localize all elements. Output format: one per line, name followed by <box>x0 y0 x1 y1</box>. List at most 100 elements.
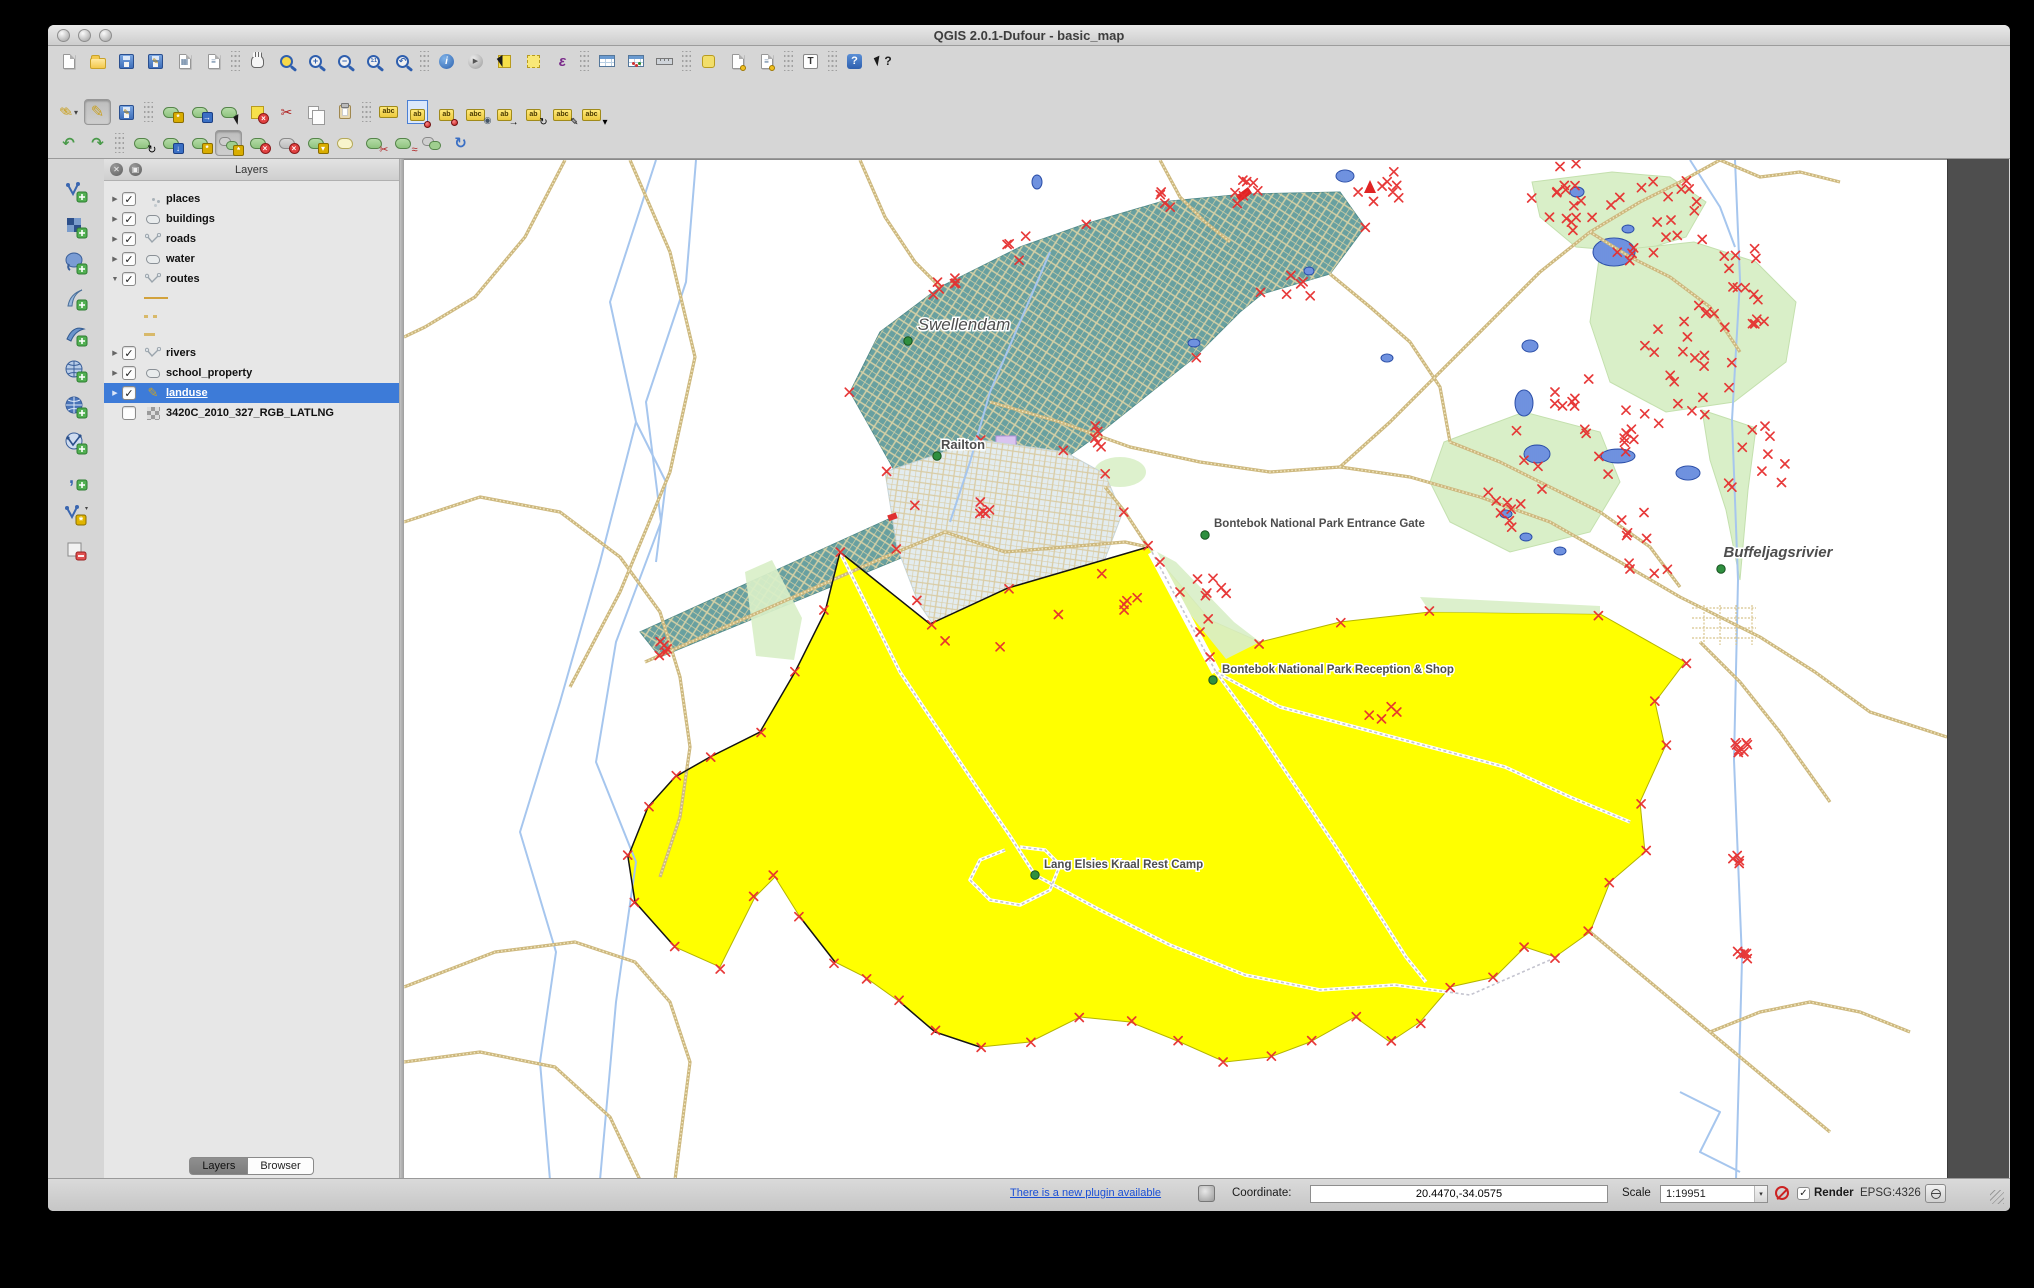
field-calculator-button[interactable] <box>622 48 649 74</box>
reshape-features-button[interactable]: ▾ <box>302 130 329 156</box>
select-features-button[interactable] <box>491 48 518 74</box>
move-feature-button[interactable]: → <box>186 99 213 125</box>
expand-arrow-icon[interactable]: ▶ <box>108 369 122 377</box>
scale-combobox[interactable]: 1:19951 ▾ <box>1660 1185 1768 1203</box>
delete-selected-button[interactable]: × <box>244 99 271 125</box>
change-label-properties-button[interactable]: abc ✎ <box>549 99 579 128</box>
paste-features-button[interactable] <box>331 99 358 125</box>
measure-line-button[interactable] <box>651 48 678 74</box>
map-tips-button[interactable] <box>695 48 722 74</box>
rotate-label-button[interactable]: ab ↻ <box>520 99 548 128</box>
render-checkbox[interactable]: ✓ <box>1797 1187 1810 1200</box>
select-rectangle-button[interactable] <box>520 48 547 74</box>
delete-ring-button[interactable]: × <box>244 130 271 156</box>
layer-row-landuse[interactable]: ▶ ✓ ✎ landuse <box>104 383 399 403</box>
pin-labels-button[interactable]: ab <box>404 99 431 128</box>
expand-arrow-icon[interactable]: ▶ <box>108 349 122 357</box>
layer-checkbox[interactable]: ✓ <box>122 192 136 206</box>
add-part-button[interactable]: * <box>215 130 244 156</box>
simplify-feature-button[interactable]: ↓ <box>157 130 184 156</box>
zoom-in-button[interactable]: + <box>302 48 329 74</box>
zoom-out-button[interactable]: − <box>331 48 358 74</box>
crs-button[interactable] <box>1925 1184 1946 1203</box>
add-wms-layer-button[interactable] <box>60 355 92 387</box>
redo-button[interactable]: ↷ <box>84 130 111 156</box>
open-attribute-table-button[interactable] <box>593 48 620 74</box>
pan-map-button[interactable] <box>244 48 271 74</box>
save-layer-edits-button[interactable]: ✎ <box>113 99 140 125</box>
zoom-last-button[interactable]: ↶ <box>389 48 416 74</box>
layer-row-places[interactable]: ▶ ✓ places <box>104 189 399 209</box>
current-edits-button[interactable]: ✎✎ ▾ <box>55 99 82 125</box>
open-project-button[interactable] <box>84 48 111 74</box>
add-wfs-layer-button[interactable] <box>60 427 92 459</box>
titlebar[interactable]: QGIS 2.0.1-Dufour - basic_map <box>48 25 2010 46</box>
expand-arrow-icon[interactable]: ▶ <box>108 389 122 397</box>
layer-row-routes[interactable]: ▼ ✓ routes <box>104 269 399 289</box>
layer-checkbox[interactable]: ✓ <box>122 346 136 360</box>
layer-row-school-property[interactable]: ▶ ✓ school_property <box>104 363 399 383</box>
copy-features-button[interactable] <box>302 99 329 125</box>
add-raster-layer-button[interactable] <box>60 211 92 243</box>
tab-browser[interactable]: Browser <box>247 1157 314 1175</box>
merge-features-button[interactable] <box>418 130 445 156</box>
layer-row-rivers[interactable]: ▶ ✓ rivers <box>104 343 399 363</box>
select-expression-button[interactable]: ε <box>549 48 576 74</box>
help-contents-button[interactable]: ? <box>841 48 868 74</box>
add-spatialite-layer-button[interactable] <box>60 283 92 315</box>
zoom-full-button[interactable] <box>273 48 300 74</box>
expand-arrow-icon[interactable]: ▶ <box>108 235 122 243</box>
expand-arrow-icon[interactable]: ▶ <box>108 195 122 203</box>
layer-checkbox[interactable]: ✓ <box>122 386 136 400</box>
stop-render-icon[interactable] <box>1775 1186 1789 1200</box>
map-canvas[interactable]: Swellendam Railton Bontebok National Par… <box>404 159 1947 1180</box>
plugin-link[interactable]: There is a new plugin available <box>1010 1187 1161 1199</box>
add-mssql-layer-button[interactable] <box>60 319 92 351</box>
layer-row-water[interactable]: ▶ ✓ water <box>104 249 399 269</box>
layer-row-roads[interactable]: ▶ ✓ roads <box>104 229 399 249</box>
whats-this-button[interactable]: ? <box>870 48 897 74</box>
layer-checkbox[interactable]: ✓ <box>122 272 136 286</box>
rotate-point-symbols-button[interactable]: ↻ <box>447 130 474 156</box>
offset-curve-button[interactable] <box>331 130 358 156</box>
save-project-as-button[interactable]: ✎ <box>142 48 169 74</box>
move-label-button[interactable]: ab → <box>491 99 519 128</box>
save-project-button[interactable] <box>113 48 140 74</box>
unpin-labels-button[interactable]: ab <box>433 99 460 126</box>
expand-arrow-icon[interactable]: ▶ <box>108 255 122 263</box>
layer-checkbox[interactable]: ✓ <box>122 232 136 246</box>
new-composer-button[interactable]: ▦ <box>171 48 198 74</box>
label-settings-button[interactable]: abc ▾ <box>578 99 608 128</box>
collapse-arrow-icon[interactable]: ▼ <box>108 276 122 283</box>
layer-row-buildings[interactable]: ▶ ✓ buildings <box>104 209 399 229</box>
plugin-icon[interactable] <box>1198 1185 1215 1202</box>
layer-checkbox[interactable]: ✓ <box>122 252 136 266</box>
delete-part-button[interactable]: × <box>273 130 300 156</box>
layer-checkbox[interactable]: ✓ <box>122 366 136 380</box>
undo-button[interactable]: ↶ <box>55 130 82 156</box>
show-hide-labels-button[interactable]: abc ◉ <box>462 99 492 125</box>
text-annotation-button[interactable]: T <box>797 48 824 74</box>
coordinate-input[interactable] <box>1310 1185 1608 1203</box>
layer-checkbox[interactable]: ✓ <box>122 406 136 420</box>
remove-layer-button[interactable] <box>60 535 92 567</box>
new-shapefile-layer-button[interactable]: * <box>60 499 92 531</box>
identify-button[interactable]: i <box>433 48 460 74</box>
composer-manager-button[interactable]: ≡ <box>200 48 227 74</box>
add-vector-layer-button[interactable] <box>60 175 92 207</box>
rotate-feature-button[interactable]: ↻ <box>128 130 157 156</box>
layer-row-raster[interactable]: ✓ 3420C_2010_327_RGB_LATLNG <box>104 403 399 423</box>
add-ring-button[interactable]: * <box>186 130 213 156</box>
add-delimited-text-layer-button[interactable]: , <box>60 463 92 495</box>
layer-checkbox[interactable]: ✓ <box>122 212 136 226</box>
tab-layers[interactable]: Layers <box>189 1157 248 1175</box>
toggle-editing-button[interactable]: ✎ <box>84 99 111 125</box>
expand-arrow-icon[interactable]: ▶ <box>108 215 122 223</box>
split-features-button[interactable]: ✂ <box>360 130 389 156</box>
add-feature-button[interactable]: * <box>157 99 184 125</box>
node-tool-button[interactable] <box>215 99 243 125</box>
cut-features-button[interactable]: ✂ <box>273 99 300 125</box>
add-wcs-layer-button[interactable] <box>60 391 92 423</box>
zoom-actual-button[interactable]: 1:1 <box>360 48 387 74</box>
new-project-button[interactable] <box>55 48 82 74</box>
